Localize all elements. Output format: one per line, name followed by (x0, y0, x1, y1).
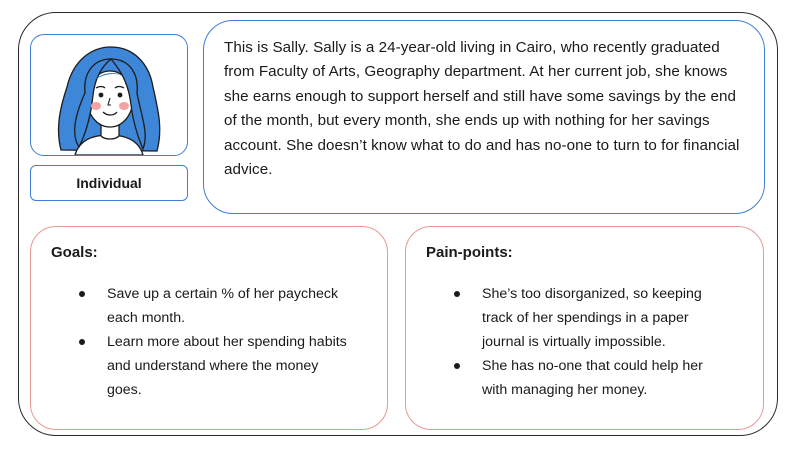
list-item: Save up a certain % of her paycheck each… (79, 282, 349, 330)
persona-bio: This is Sally. Sally is a 24-year-old li… (203, 20, 765, 214)
list-item: Learn more about her spending habits and… (79, 330, 349, 402)
list-item: She’s too disorganized, so keeping track… (454, 282, 716, 354)
persona-role-label: Individual (30, 165, 188, 201)
goals-list: Save up a certain % of her paycheck each… (79, 282, 349, 402)
woman-avatar-icon (57, 46, 161, 155)
pain-points-card: Pain-points: She’s too disorganized, so … (405, 226, 764, 430)
goals-card: Goals: Save up a certain % of her payche… (30, 226, 388, 430)
list-item: She has no-one that could help her with … (454, 354, 716, 402)
pain-points-title: Pain-points: (426, 244, 513, 261)
pain-points-list: She’s too disorganized, so keeping track… (454, 282, 716, 402)
goals-title: Goals: (51, 244, 98, 261)
avatar-frame (30, 34, 188, 156)
